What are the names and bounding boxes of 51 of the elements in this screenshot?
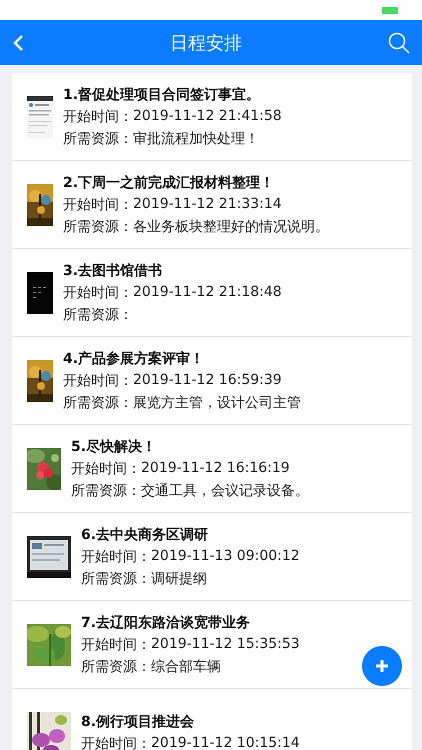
back-button[interactable] <box>12 34 24 52</box>
start-time: 2019-11-12 21:18:48 <box>133 284 282 302</box>
item-title: 8.例行项目推进会 <box>81 712 196 730</box>
schedule-item[interactable]: 5.尽快解决！ 开始时间：2019-11-12 16:16:19 所需资源：交通工具，会议记录设备。 <box>12 425 412 513</box>
schedule-item[interactable]: 4.产品参展方案评审！ 开始时间：2019-11-12 16:59:39 所需资源：展览方主管，设计公司主管 <box>12 337 412 425</box>
page-title: 日程安排 <box>170 32 242 54</box>
item-title: 7.去辽阳东路洽谈宽带业务 <box>81 614 252 632</box>
start-time: 2019-11-12 15:35:53 <box>151 636 300 654</box>
schedule-item[interactable]: 3.去图书馆借书 开始时间：2019-11-12 21:18:48 所需资源： <box>12 249 412 337</box>
schedule-item[interactable]: 6.去中央商务区调研 开始时间：2019-11-13 09:00:12 所需资源：调研提纲 <box>12 513 412 601</box>
resource-text: 综合部车辆 <box>151 658 221 676</box>
resource-label: 所需资源： <box>63 218 133 236</box>
resource-label: 所需资源： <box>63 394 133 412</box>
back-icon <box>12 34 24 52</box>
resource-text: 展览方主管，设计公司主管 <box>133 394 301 412</box>
start-label: 开始时间： <box>81 548 151 566</box>
start-label: 开始时间： <box>81 734 151 750</box>
item-title: 5.尽快解决！ <box>71 438 158 456</box>
resource-label: 所需资源： <box>63 306 133 324</box>
schedule-item[interactable]: 8.例行项目推进会 开始时间：2019-11-12 10:15:14 <box>12 689 412 750</box>
start-label: 开始时间： <box>63 284 133 302</box>
start-time: 2019-11-12 16:16:19 <box>141 460 290 478</box>
start-time: 2019-11-12 21:33:14 <box>133 196 282 214</box>
start-label: 开始时间： <box>81 636 151 654</box>
schedule-item[interactable]: 2.下周一之前完成汇报材料整理！ 开始时间：2019-11-12 21:33:14 所需资源：各业务板块整理好的情况说明。 <box>12 161 412 249</box>
item-title: 4.产品参展方案评审！ <box>63 350 206 368</box>
start-time: 2019-11-13 09:00:12 <box>151 548 300 566</box>
start-label: 开始时间： <box>71 460 141 478</box>
resource-label: 所需资源： <box>81 570 151 588</box>
item-title: 2.下周一之前完成汇报材料整理！ <box>63 174 276 192</box>
start-label: 开始时间： <box>63 108 133 126</box>
resource-text: 交通工具，会议记录设备。 <box>141 482 309 500</box>
battery-icon <box>382 6 398 14</box>
search-button[interactable] <box>388 32 410 54</box>
schedule-item[interactable]: 1.督促处理项目合同签订事宜。 开始时间：2019-11-12 21:41:58 所需资源：审批流程加快处理！ <box>12 73 412 161</box>
start-label: 开始时间： <box>63 196 133 214</box>
search-icon <box>388 32 410 54</box>
resource-label: 所需资源： <box>81 658 151 676</box>
start-time: 2019-11-12 10:15:14 <box>151 734 300 750</box>
item-title: 1.督促处理项目合同签订事宜。 <box>63 86 262 104</box>
start-time: 2019-11-12 16:59:39 <box>133 372 282 390</box>
resource-label: 所需资源： <box>71 482 141 500</box>
resource-text: 调研提纲 <box>151 570 207 588</box>
resource-text: 审批流程加快处理！ <box>133 130 259 148</box>
resource-text: 各业务板块整理好的情况说明。 <box>133 218 329 236</box>
item-title: 3.去图书馆借书 <box>63 262 164 280</box>
start-time: 2019-11-12 21:41:58 <box>133 108 282 126</box>
item-title: 6.去中央商务区调研 <box>81 526 210 544</box>
start-label: 开始时间： <box>63 372 133 390</box>
resource-label: 所需资源： <box>63 130 133 148</box>
plus-icon <box>374 658 390 674</box>
